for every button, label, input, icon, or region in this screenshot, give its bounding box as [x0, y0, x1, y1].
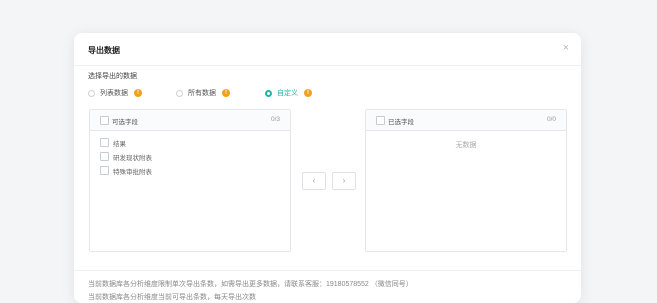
radio-dot — [176, 89, 183, 97]
close-icon[interactable]: × — [563, 42, 569, 54]
select-all-checkbox[interactable] — [100, 116, 109, 125]
list-item[interactable]: 结果 — [100, 137, 280, 148]
item-checkbox[interactable] — [100, 166, 109, 175]
footer-divider — [74, 270, 581, 271]
move-right-button[interactable]: › — [332, 172, 356, 190]
export-scope-radio-group: 列表数据 ! 所有数据 ! 自定义 ! — [88, 87, 568, 99]
radio-custom[interactable]: 自定义 ! — [265, 87, 312, 99]
move-left-button[interactable]: ‹ — [302, 172, 326, 190]
radio-label: 自定义 — [277, 90, 298, 97]
export-quota-note: 当前数据库各分析维度当前可导出条数，每天导出次数 — [88, 294, 256, 301]
info-icon[interactable]: ! — [134, 89, 142, 97]
panel-title: 已选字段 — [388, 119, 414, 126]
info-icon[interactable]: ! — [304, 89, 312, 97]
dialog-title: 导出数据 — [88, 46, 120, 55]
export-dialog: 导出数据 × 选择导出的数据 列表数据 ! 所有数据 ! 自定义 ! 可选字段 … — [74, 33, 581, 303]
panel-count: 0/0 — [546, 116, 556, 123]
item-checkbox[interactable] — [100, 138, 109, 147]
item-checkbox[interactable] — [100, 152, 109, 161]
panel-header: 已选字段 0/0 — [366, 110, 566, 131]
available-fields-panel: 可选字段 0/3 结果 研发现状附表 特殊审批附表 — [89, 109, 291, 252]
radio-list-data[interactable]: 列表数据 ! — [88, 87, 142, 99]
selected-fields-panel: 已选字段 0/0 无数据 — [365, 109, 567, 252]
select-data-label: 选择导出的数据 — [88, 73, 137, 80]
info-icon[interactable]: ! — [222, 89, 230, 97]
select-all-checkbox[interactable] — [376, 116, 385, 125]
list-item[interactable]: 研发现状附表 — [100, 151, 280, 162]
radio-dot — [88, 89, 95, 97]
radio-label: 所有数据 — [188, 90, 216, 97]
radio-label: 列表数据 — [100, 90, 128, 97]
radio-dot — [265, 89, 272, 97]
item-label: 结果 — [113, 141, 126, 148]
panel-count: 0/3 — [270, 116, 280, 123]
empty-placeholder: 无数据 — [455, 142, 477, 149]
export-limit-note: 当前数据库各分析维度限制单次导出条数，如需导出更多数据，请联系客服：191805… — [88, 281, 413, 288]
list-item[interactable]: 特殊审批附表 — [100, 165, 280, 176]
dialog-header: 导出数据 × — [74, 33, 581, 66]
item-label: 研发现状附表 — [113, 155, 152, 162]
panel-header: 可选字段 0/3 — [90, 110, 290, 131]
radio-all-data[interactable]: 所有数据 ! — [176, 87, 230, 99]
panel-title: 可选字段 — [112, 119, 138, 126]
item-label: 特殊审批附表 — [113, 169, 152, 176]
